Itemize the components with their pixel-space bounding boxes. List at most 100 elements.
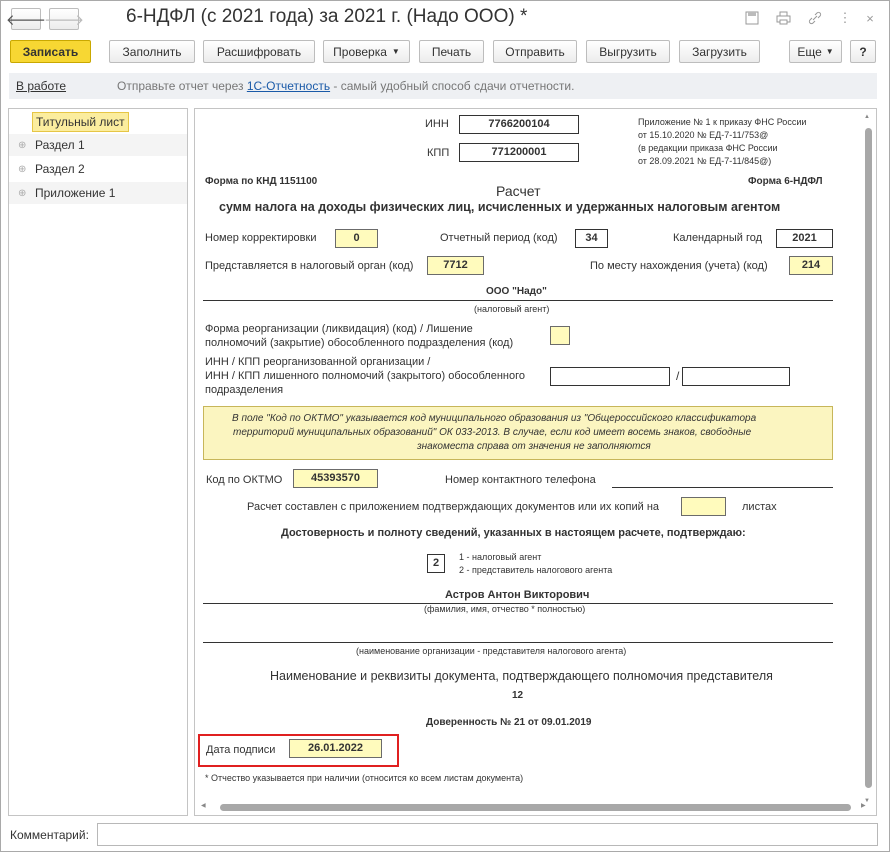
sidebar-item-title-page[interactable]: Титульный лист: [9, 111, 187, 133]
info-message-suffix: - самый удобный способ сдачи отчетности.: [330, 79, 575, 93]
check-dropdown-button[interactable]: Проверка ▼: [323, 40, 410, 63]
signer-option-1: 1 - налоговый агент: [459, 552, 542, 562]
chevron-down-icon: ▼: [825, 47, 834, 56]
reorg-label-1: Форма реорганизации (ликвидация) (код) /…: [205, 323, 473, 335]
info-bar: В работе Отправьте отчет через 1С-Отчетн…: [9, 73, 877, 99]
year-label: Календарный год: [673, 232, 763, 244]
sidebar-item-label: Раздел 1: [35, 138, 85, 152]
print-button[interactable]: Печать: [419, 40, 484, 63]
more-button[interactable]: Еще ▼: [789, 40, 842, 63]
sidebar-item-label: Титульный лист: [32, 112, 129, 132]
save-button[interactable]: Записать: [10, 40, 91, 63]
knd-code: Форма по КНД 1151100: [205, 176, 318, 187]
phone-label: Номер контактного телефона: [445, 474, 596, 486]
signer-name[interactable]: Астров Антон Викторович: [445, 589, 589, 601]
footnote: * Отчество указывается при наличии (отно…: [205, 773, 524, 783]
correction-field[interactable]: 0: [335, 229, 378, 248]
expand-icon[interactable]: ⊕: [18, 188, 35, 199]
appendix-note-2: от 15.10.2020 № ЕД-7-11/753@: [638, 130, 769, 140]
appendix-note-3: (в редакции приказа ФНС России: [638, 143, 778, 153]
print-icon[interactable]: [774, 10, 792, 26]
save-icon[interactable]: [743, 10, 761, 26]
reorg-field[interactable]: [550, 326, 570, 345]
comment-input[interactable]: [97, 823, 878, 846]
pages-field[interactable]: [681, 497, 726, 516]
reorg-kpp-field[interactable]: [682, 367, 790, 386]
inn-label: ИНН: [425, 118, 449, 130]
sidebar-item-appendix-1[interactable]: ⊕ Приложение 1: [9, 182, 187, 204]
comment-label: Комментарий:: [10, 828, 89, 842]
sign-date-field[interactable]: 26.01.2022: [289, 739, 382, 758]
help-button[interactable]: ?: [850, 40, 876, 63]
period-label: Отчетный период (код): [440, 232, 558, 244]
decode-button[interactable]: Расшифровать: [203, 40, 315, 63]
phone-field[interactable]: [612, 487, 833, 488]
load-button[interactable]: Загрузить: [679, 40, 760, 63]
hint-line-1: В поле "Код по ОКТМО" указывается код му…: [232, 413, 757, 424]
hint-line-3: знакоместа справа от значения не заполня…: [417, 441, 651, 452]
year-field[interactable]: 2021: [776, 229, 833, 248]
agent-caption: (налоговый агент): [474, 304, 550, 314]
confirm-heading: Достоверность и полноту сведений, указан…: [281, 527, 746, 539]
hint-line-2: территорий муниципальных образований" ОК…: [233, 427, 752, 438]
reporting-link[interactable]: 1С-Отчетность: [247, 79, 330, 93]
signer-caption: (фамилия, имя, отчество * полностью): [424, 604, 586, 614]
vertical-scrollbar[interactable]: ▲ ▼: [862, 114, 874, 808]
unload-button[interactable]: Выгрузить: [586, 40, 670, 63]
location-field[interactable]: 214: [789, 256, 833, 275]
oktmo-field[interactable]: 45393570: [293, 469, 378, 488]
horizontal-scrollbar[interactable]: ◀ ▶: [201, 802, 873, 812]
sections-tree: Титульный лист ⊕ Раздел 1 ⊕ Раздел 2 ⊕ П…: [8, 108, 188, 816]
signer-code-field[interactable]: 2: [427, 554, 445, 573]
close-icon[interactable]: ×: [861, 10, 879, 26]
scroll-up-icon[interactable]: ▲: [864, 114, 870, 120]
horizontal-scroll-thumb[interactable]: [220, 804, 851, 811]
pages-label: Расчет составлен с приложением подтвержд…: [247, 501, 660, 513]
menu-icon[interactable]: ⋮: [836, 10, 854, 26]
pages-suffix: листах: [742, 501, 777, 513]
report-window: 🡐 🡒 6-НДФЛ (с 2021 года) за 2021 г. (Над…: [0, 0, 890, 852]
signer-option-2: 2 - представитель налогового агента: [459, 565, 613, 575]
agent-name[interactable]: ООО "Надо": [486, 286, 547, 297]
info-message: Отправьте отчет через 1С-Отчетность - са…: [117, 79, 574, 93]
sign-date-label: Дата подписи: [206, 744, 276, 756]
chevron-down-icon: ▼: [391, 47, 400, 56]
appendix-note-4: от 28.09.2021 № ЕД-7-11/845@): [638, 156, 772, 166]
form-subtitle: сумм налога на доходы физических лиц, ис…: [219, 200, 781, 214]
arrow-left-icon: 🡐: [5, 11, 47, 29]
expand-icon[interactable]: ⊕: [18, 164, 35, 175]
doc-heading: Наименование и реквизиты документа, подт…: [270, 669, 773, 683]
title-page-form: ИНН 7766200104 КПП 771200001 Приложение …: [194, 108, 877, 816]
check-label: Проверка: [333, 44, 387, 59]
scroll-right-icon[interactable]: ▶: [861, 802, 866, 809]
back-button[interactable]: 🡐: [6, 8, 46, 30]
forward-button[interactable]: 🡒: [44, 8, 84, 30]
proxy-document[interactable]: Доверенность № 21 от 09.01.2019: [426, 717, 591, 728]
vertical-scroll-thumb[interactable]: [865, 128, 872, 788]
appendix-note-1: Приложение № 1 к приказу ФНС России: [638, 117, 807, 127]
correction-label: Номер корректировки: [205, 232, 317, 244]
kpp-field[interactable]: 771200001: [459, 143, 579, 162]
kpp-label: КПП: [427, 147, 450, 159]
scroll-left-icon[interactable]: ◀: [201, 802, 206, 809]
period-field[interactable]: 34: [575, 229, 608, 248]
org-line[interactable]: [203, 642, 833, 643]
reorg-label-2: полномочий (закрытие) обособленного подр…: [205, 337, 514, 349]
expand-icon[interactable]: ⊕: [18, 140, 35, 151]
tax-office-field[interactable]: 7712: [427, 256, 484, 275]
location-label: По месту нахождения (учета) (код): [590, 260, 768, 272]
agent-line: [203, 300, 833, 301]
info-message-prefix: Отправьте отчет через: [117, 79, 247, 93]
reorg-inn-field[interactable]: [550, 367, 670, 386]
sidebar-item-section-2[interactable]: ⊕ Раздел 2: [9, 158, 187, 180]
inn-field[interactable]: 7766200104: [459, 115, 579, 134]
fill-button[interactable]: Заполнить: [109, 40, 195, 63]
doc-code[interactable]: 12: [512, 690, 523, 701]
reorg-inn-label-3: подразделения: [205, 384, 284, 396]
sidebar-item-section-1[interactable]: ⊕ Раздел 1: [9, 134, 187, 156]
send-button[interactable]: Отправить: [493, 40, 577, 63]
link-icon[interactable]: [806, 10, 824, 26]
status-link[interactable]: В работе: [16, 79, 66, 93]
reorg-inn-label-1: ИНН / КПП реорганизованной организации /: [205, 356, 431, 368]
window-title: 6-НДФЛ (с 2021 года) за 2021 г. (Надо ОО…: [126, 6, 528, 27]
